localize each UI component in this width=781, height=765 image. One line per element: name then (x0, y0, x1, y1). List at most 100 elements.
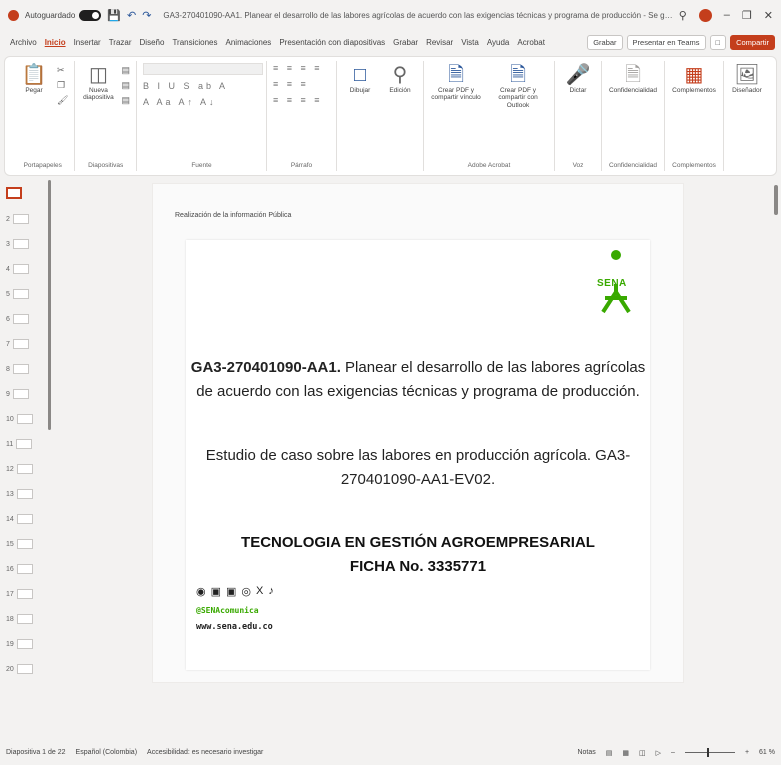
addins-button[interactable]: ▦ Complementos (671, 63, 717, 169)
sorter-view-icon[interactable]: ▦ (622, 749, 629, 757)
slide-thumbnail[interactable]: 12 (6, 460, 46, 478)
create-pdf-outlook-button[interactable]: 🗎 Crear PDF y compartir con Outlook (488, 63, 548, 169)
evidence-title: Estudio de caso sobre las labores en pro… (205, 447, 631, 464)
group-voice: 🎤 Dictar Voz (555, 61, 602, 171)
slide-thumbnail[interactable]: 6 (6, 310, 46, 328)
slide-thumbnail[interactable]: 9 (6, 385, 46, 403)
status-bar: Diapositiva 1 de 22 Español (Colombia) A… (0, 740, 781, 765)
ribbon-tabs: Archivo Inicio Insertar Trazar Diseño Tr… (0, 30, 781, 54)
group-clipboard: 📋 Pegar ✂ ❐ 🖌 Portapapeles (11, 61, 76, 171)
slide-thumbnail[interactable]: 7 (6, 335, 46, 353)
designer-button[interactable]: 🖼 Diseñador (730, 63, 764, 169)
editor-scrollbar[interactable] (773, 183, 779, 683)
font-format-icons[interactable]: B I U S ab A (143, 81, 260, 91)
slide-thumbnail[interactable]: 15 (6, 535, 46, 553)
undo-icon[interactable]: ↶ (127, 9, 136, 22)
save-icon[interactable]: 💾 (107, 9, 121, 22)
avatar[interactable] (698, 8, 712, 22)
slide-thumbnail[interactable]: 16 (6, 560, 46, 578)
tab-diseno[interactable]: Diseño (136, 35, 169, 50)
tab-insertar[interactable]: Insertar (70, 35, 105, 50)
instagram-icon: ◎ (241, 586, 252, 598)
activity-title-cont: de acuerdo con las exigencias técnicas y… (196, 383, 640, 400)
section-icon[interactable]: ▤ (121, 95, 130, 106)
share-button[interactable]: Compartir (730, 34, 775, 50)
group-label: Portapapeles (23, 162, 62, 169)
sensitivity-icon: 🗎 (624, 64, 642, 86)
draw-button[interactable]: □ Dibujar (343, 63, 377, 169)
tab-trazar[interactable]: Trazar (105, 35, 136, 50)
sensitivity-button[interactable]: 🗎 Confidencialidad (608, 63, 658, 169)
tab-ayuda[interactable]: Ayuda (483, 35, 514, 50)
accessibility-status[interactable]: Accesibilidad: es necesario investigar (147, 749, 263, 756)
group-font: B I U S ab A A Aa A↑ A↓ Fuente (137, 61, 267, 171)
redo-icon[interactable]: ↷ (142, 9, 151, 22)
zoom-level[interactable]: 61 % (759, 749, 775, 756)
paste-button[interactable]: 📋 Pegar (17, 63, 51, 169)
reset-icon[interactable]: ▤ (121, 80, 130, 91)
tab-grabar[interactable]: Grabar (389, 35, 422, 50)
tab-presentacion[interactable]: Presentación con diapositivas (275, 35, 389, 50)
normal-view-icon[interactable]: ▤ (606, 749, 613, 757)
slide-thumbnail[interactable]: 13 (6, 485, 46, 503)
cut-icon[interactable]: ✂ (57, 65, 68, 76)
close-icon[interactable]: ✕ (764, 9, 773, 22)
tab-acrobat[interactable]: Acrobat (513, 35, 549, 50)
slide-thumbnail[interactable]: 11 (6, 435, 46, 453)
slide-thumbnail[interactable]: 4 (6, 260, 46, 278)
slide-thumbnail[interactable]: 5 (6, 285, 46, 303)
slide-thumbnail[interactable]: 18 (6, 610, 46, 628)
indent-icons[interactable]: ≡ ≡ ≡ (273, 79, 330, 89)
group-label: Voz (572, 162, 584, 169)
list-icons[interactable]: ≡ ≡ ≡ ≡ (273, 63, 330, 73)
slide-thumbnail[interactable] (6, 184, 46, 202)
scroll-thumb[interactable] (774, 185, 778, 215)
tab-vista[interactable]: Vista (457, 35, 483, 50)
autosave-toggle[interactable]: Autoguardado (25, 9, 102, 21)
present-teams-button[interactable]: Presentar en Teams (626, 34, 706, 50)
search-icon[interactable]: ⚲ (679, 9, 687, 22)
slide-thumbnail[interactable]: 8 (6, 360, 46, 378)
tab-inicio[interactable]: Inicio (41, 35, 70, 50)
layout-icon[interactable]: ▤ (121, 65, 130, 76)
group-drawing: □ Dibujar ⚲ Edición (337, 61, 424, 171)
slide-thumbnail[interactable]: 3 (6, 235, 46, 253)
dictate-button[interactable]: 🎤 Dictar (561, 63, 595, 169)
slideshow-icon[interactable]: ▷ (656, 749, 661, 757)
format-painter-icon[interactable]: 🖌 (57, 95, 68, 106)
language-indicator[interactable]: Español (Colombia) (76, 749, 137, 756)
font-name-box[interactable] (142, 63, 263, 75)
slide-thumbnail[interactable]: 19 (6, 635, 46, 653)
tab-transiciones[interactable]: Transiciones (168, 35, 221, 50)
tab-archivo[interactable]: Archivo (6, 35, 41, 50)
thumbnail-scrollbar[interactable] (48, 180, 51, 430)
search-icon: ⚲ (392, 64, 408, 86)
copy-icon[interactable]: ❐ (57, 80, 68, 91)
restore-icon[interactable]: ❐ (742, 9, 752, 22)
new-slide-button[interactable]: ◫ Nueva diapositiva (81, 63, 115, 169)
record-button[interactable]: Grabar (587, 34, 623, 50)
microphone-icon: 🎤 (565, 64, 591, 86)
slide-thumbnail[interactable]: 2 (6, 210, 46, 228)
group-sensitivity: 🗎 Confidencialidad Confidencialidad (602, 61, 665, 171)
reading-view-icon[interactable]: ◫ (639, 749, 646, 757)
tab-revisar[interactable]: Revisar (422, 35, 457, 50)
slide-thumbnail[interactable]: 14 (6, 510, 46, 528)
autosave-label: Autoguardado (25, 10, 76, 20)
zoom-slider[interactable] (684, 748, 735, 757)
slide-thumbnail[interactable]: 20 (6, 660, 46, 678)
create-pdf-link-button[interactable]: 🗎 Crear PDF y compartir vínculo (430, 63, 482, 169)
edit-button[interactable]: ⚲ Edición (383, 63, 417, 169)
zoom-in-icon[interactable]: + (745, 749, 749, 756)
minimize-icon[interactable]: – (724, 9, 730, 21)
align-icons[interactable]: ≡ ≡ ≡ ≡ (273, 95, 330, 105)
tab-animaciones[interactable]: Animaciones (222, 35, 276, 50)
autosave-switch[interactable] (79, 9, 102, 21)
font-color-icons[interactable]: A Aa A↑ A↓ (143, 97, 260, 107)
notes-button[interactable]: Notas (577, 749, 595, 756)
slide-thumbnail[interactable]: 10 (6, 410, 46, 428)
current-slide[interactable]: SENA GA3-270401090-AA1. Planear el desar… (186, 240, 650, 670)
comments-button[interactable]: □ (709, 34, 727, 50)
slide-thumbnail[interactable]: 17 (6, 585, 46, 603)
zoom-out-icon[interactable]: – (671, 749, 675, 756)
